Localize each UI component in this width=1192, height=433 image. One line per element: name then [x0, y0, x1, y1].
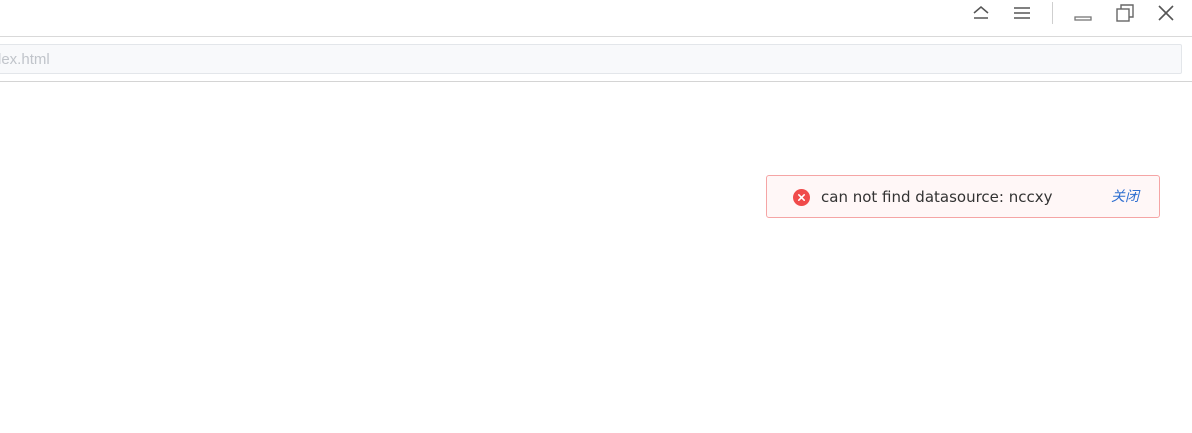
address-bar: dex.html — [0, 37, 1192, 82]
page-content — [0, 82, 1192, 433]
error-circle-icon — [793, 189, 810, 206]
minimize-icon — [1074, 16, 1092, 21]
notification-close-link[interactable]: 关闭 — [1111, 187, 1139, 207]
chevron-up-icon — [973, 6, 989, 19]
url-input[interactable]: dex.html — [0, 44, 1182, 74]
menu-button[interactable] — [1007, 0, 1037, 26]
title-bar — [0, 0, 1192, 37]
collapse-button[interactable] — [966, 0, 996, 26]
hamburger-menu-icon — [1014, 7, 1030, 19]
error-notification: can not find datasource: nccxy 关闭 — [766, 175, 1160, 218]
restore-button[interactable] — [1110, 0, 1140, 26]
url-text: dex.html — [0, 50, 50, 68]
minimize-button[interactable] — [1068, 0, 1098, 26]
notification-message: can not find datasource: nccxy — [821, 188, 1053, 206]
titlebar-divider — [1052, 2, 1053, 24]
close-icon — [1158, 5, 1174, 21]
close-window-button[interactable] — [1151, 0, 1181, 26]
restore-icon — [1116, 4, 1134, 22]
